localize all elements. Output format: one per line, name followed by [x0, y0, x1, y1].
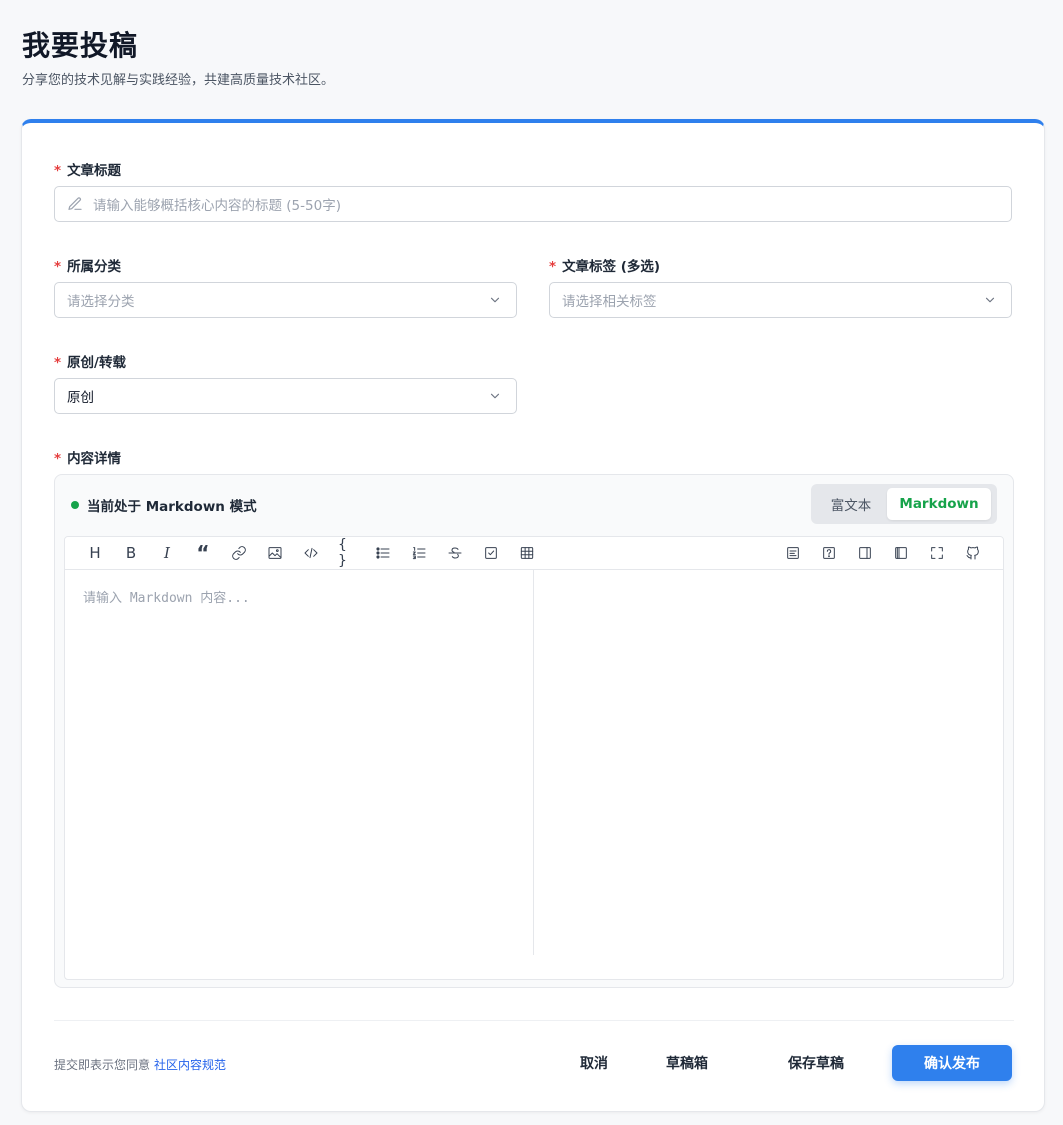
- heading-icon[interactable]: H: [86, 544, 104, 562]
- category-placeholder: 请选择分类: [67, 294, 135, 310]
- unordered-list-icon[interactable]: [374, 544, 392, 562]
- task-list-icon[interactable]: [482, 544, 500, 562]
- link-icon[interactable]: [230, 544, 248, 562]
- footer-divider: [54, 1020, 1014, 1021]
- markdown-placeholder: 请输入 Markdown 内容...: [83, 591, 250, 606]
- editor-toolbar: H B I “ { }: [65, 537, 1003, 570]
- image-icon[interactable]: [266, 544, 284, 562]
- catalog-icon[interactable]: [784, 544, 802, 562]
- chevron-down-icon: [985, 297, 995, 303]
- origin-select[interactable]: 原创: [54, 378, 517, 414]
- tags-label: * 文章标签 (多选): [549, 259, 661, 275]
- editor-mode-toggle: 富文本 Markdown: [811, 484, 997, 524]
- editor-preview-icon[interactable]: [892, 544, 910, 562]
- required-mark: *: [54, 259, 62, 275]
- content-label: * 内容详情: [54, 451, 122, 467]
- required-mark: *: [54, 163, 62, 179]
- rich-text-mode-button[interactable]: 富文本: [815, 488, 887, 520]
- markdown-editor: H B I “ { } 请输入 Markdown 内容...: [64, 536, 1004, 980]
- strikethrough-icon[interactable]: [446, 544, 464, 562]
- required-mark: *: [54, 355, 62, 371]
- chevron-down-icon: [490, 393, 500, 399]
- origin-label: * 原创/转载: [54, 355, 126, 371]
- drafts-button[interactable]: 草稿箱: [657, 1045, 717, 1081]
- code-block-icon[interactable]: { }: [338, 537, 356, 569]
- title-input[interactable]: 请输入能够概括核心内容的标题 (5-50字): [54, 186, 1012, 222]
- fullscreen-icon[interactable]: [928, 544, 946, 562]
- markdown-input[interactable]: 请输入 Markdown 内容...: [65, 570, 534, 955]
- tags-select[interactable]: 请选择相关标签: [549, 282, 1012, 318]
- editor-mode-indicator: 当前处于 Markdown 模式: [71, 495, 257, 515]
- required-mark: *: [54, 451, 62, 467]
- page-title: 我要投稿: [22, 29, 139, 62]
- cancel-button[interactable]: 取消: [572, 1045, 616, 1081]
- chevron-down-icon: [490, 297, 500, 303]
- save-draft-button[interactable]: 保存草稿: [778, 1045, 854, 1081]
- tags-placeholder: 请选择相关标签: [562, 294, 657, 310]
- github-icon[interactable]: [964, 544, 982, 562]
- title-label: * 文章标题: [54, 163, 122, 179]
- content-editor-panel: 当前处于 Markdown 模式 富文本 Markdown H B I “ {…: [54, 474, 1014, 988]
- ordered-list-icon[interactable]: [410, 544, 428, 562]
- origin-value: 原创: [67, 390, 94, 406]
- category-select[interactable]: 请选择分类: [54, 282, 517, 318]
- edit-icon: [67, 196, 83, 212]
- publish-button[interactable]: 确认发布: [892, 1045, 1012, 1081]
- preview-only-icon[interactable]: [856, 544, 874, 562]
- status-dot: [71, 501, 79, 509]
- required-mark: *: [549, 259, 557, 275]
- title-placeholder: 请输入能够概括核心内容的标题 (5-50字): [93, 198, 341, 214]
- community-guidelines-link[interactable]: 社区内容规范: [154, 1058, 226, 1072]
- quote-icon[interactable]: “: [194, 541, 212, 565]
- markdown-preview: [535, 570, 1003, 955]
- category-label: * 所属分类: [54, 259, 122, 275]
- table-icon[interactable]: [518, 544, 536, 562]
- page-subtitle: 分享您的技术见解与实践经验，共建高质量技术社区。: [22, 73, 335, 88]
- italic-icon[interactable]: I: [158, 544, 176, 562]
- markdown-mode-button[interactable]: Markdown: [887, 488, 991, 520]
- bold-icon[interactable]: B: [122, 544, 140, 562]
- editor-mode-text: 当前处于 Markdown 模式: [87, 499, 257, 515]
- submission-form-card: * 文章标题 请输入能够概括核心内容的标题 (5-50字) * 所属分类 请选择分类…: [21, 119, 1045, 1112]
- code-icon[interactable]: [302, 544, 320, 562]
- help-icon[interactable]: [820, 544, 838, 562]
- agreement-text: 提交即表示您同意 社区内容规范: [54, 1058, 227, 1072]
